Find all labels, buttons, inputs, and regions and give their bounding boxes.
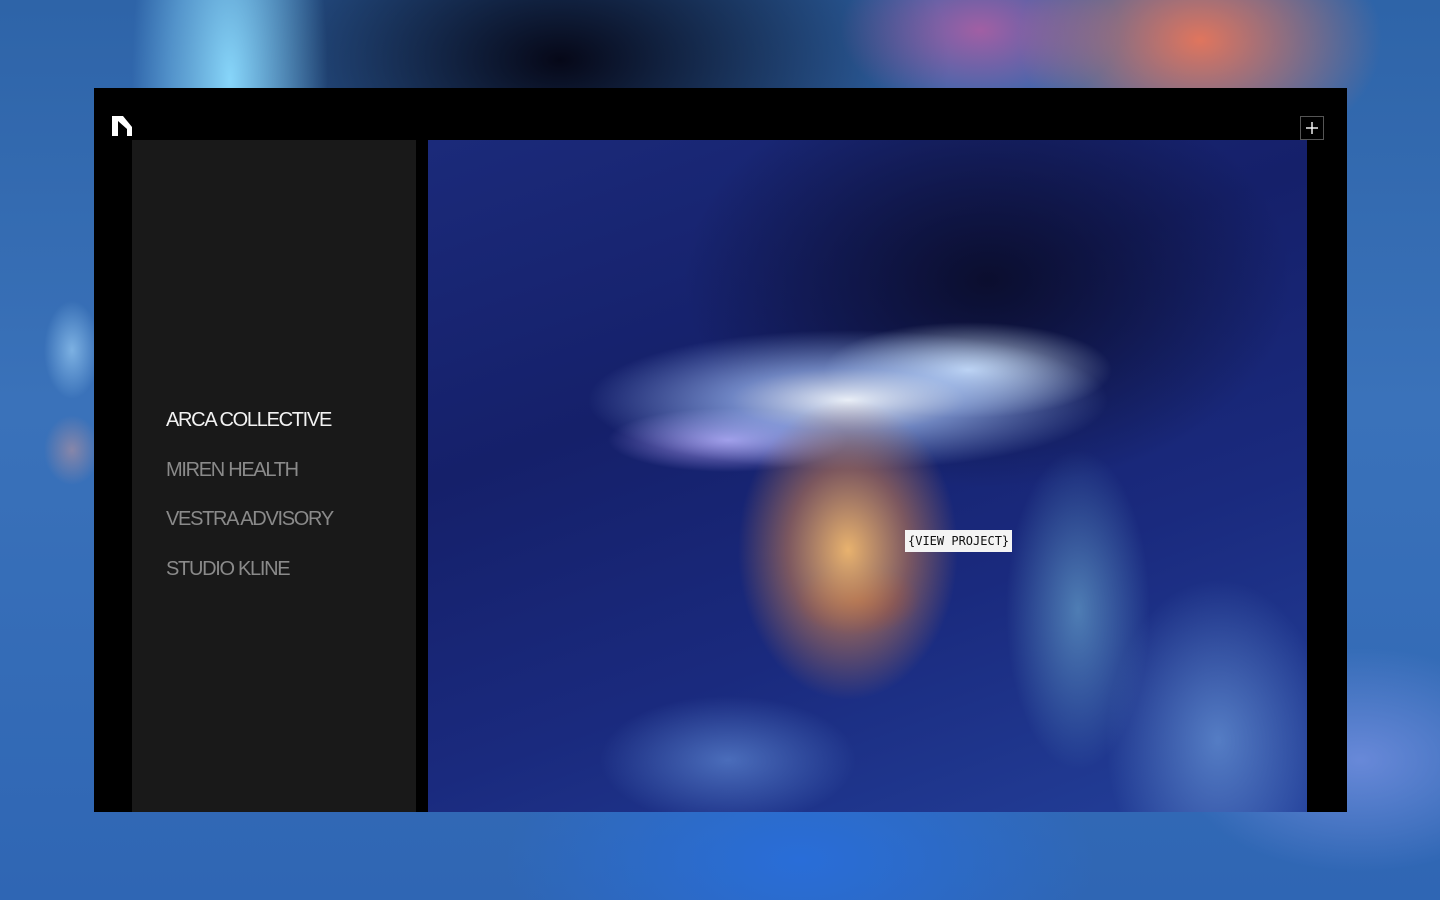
view-project-cursor-tag[interactable]: {VIEW PROJECT} <box>905 530 1013 552</box>
project-sidebar: ARCA COLLECTIVE MIREN HEALTH VESTRA ADVI… <box>132 140 416 812</box>
plus-icon <box>1306 122 1318 134</box>
logo-icon[interactable] <box>112 116 132 136</box>
site-frame: ARCA COLLECTIVE MIREN HEALTH VESTRA ADVI… <box>94 88 1347 812</box>
menu-toggle-button[interactable] <box>1300 116 1324 140</box>
project-item-vestra-advisory[interactable]: VESTRA ADVISORY <box>166 507 334 531</box>
project-item-arca-collective[interactable]: ARCA COLLECTIVE <box>166 408 333 432</box>
project-item-studio-kline[interactable]: STUDIO KLINE <box>166 557 333 581</box>
project-preview-image[interactable]: {VIEW PROJECT} <box>428 140 1307 812</box>
project-list: ARCA COLLECTIVE MIREN HEALTH VESTRA ADVI… <box>166 408 334 606</box>
project-item-miren-health[interactable]: MIREN HEALTH <box>166 458 333 482</box>
